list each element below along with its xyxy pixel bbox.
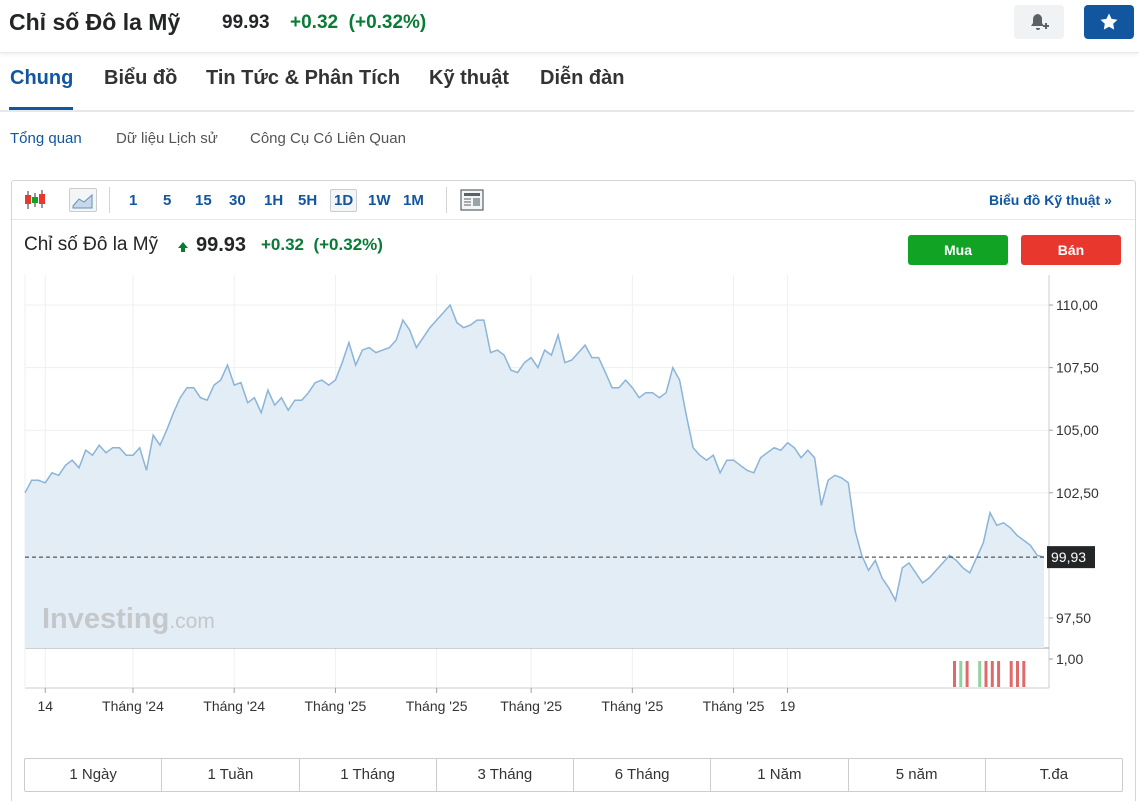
volume-bar: [1009, 661, 1013, 687]
chart-widget: 1 5 15 30 1H 5H 1D 1W 1M Biểu đồ Kỹ thuậ…: [11, 180, 1136, 801]
subtab-related-tools[interactable]: Công Cụ Có Liên Quan: [250, 130, 406, 147]
price-change: +0.32 (+0.32%): [290, 12, 427, 33]
tab-news-analysis[interactable]: Tin Tức & Phân Tích: [206, 67, 400, 90]
x-tick-label: 14: [37, 698, 53, 714]
volume-bars: [953, 661, 1026, 687]
x-tick-label: 19: [780, 698, 796, 714]
subtab-historical-data[interactable]: Dữ liệu Lịch sử: [116, 130, 218, 147]
volume-bar: [990, 661, 994, 687]
active-tab-indicator: [9, 107, 73, 110]
x-tick-label: Tháng '25: [406, 698, 468, 714]
y-axis: 110,00 107,50 105,00 102,50 97,50 99,93 1,00: [1047, 297, 1099, 667]
x-tick-label: Tháng '25: [703, 698, 765, 714]
range-1-day[interactable]: 1 Ngày: [25, 759, 163, 791]
current-price-label: 99,93: [1051, 549, 1086, 565]
tab-overview[interactable]: Chung: [10, 67, 73, 90]
subtab-summary[interactable]: Tổng quan: [10, 130, 82, 147]
volume-bar: [997, 661, 1001, 687]
volume-bar: [953, 661, 956, 687]
price-area: [25, 305, 1044, 648]
x-axis: 14 Tháng '24 Tháng '24 Tháng '25 Tháng '25 Th…: [37, 688, 796, 714]
volume-bar: [959, 661, 963, 687]
range-3-months[interactable]: 3 Tháng: [437, 759, 574, 791]
range-max[interactable]: T.đa: [986, 759, 1122, 791]
y-tick-label: 97,50: [1056, 610, 1091, 626]
x-tick-label: Tháng '24: [102, 698, 164, 714]
y-tick-label: 105,00: [1056, 422, 1099, 438]
x-tick-label: Tháng '24: [203, 698, 265, 714]
star-icon: [1100, 13, 1118, 30]
range-1-month[interactable]: 1 Tháng: [300, 759, 437, 791]
x-tick-label: Tháng '25: [305, 698, 367, 714]
tab-forum[interactable]: Diễn đàn: [540, 67, 624, 90]
volume-bar: [1016, 661, 1019, 687]
range-selector: 1 Ngày 1 Tuần 1 Tháng 3 Tháng 6 Tháng 1 …: [24, 758, 1123, 792]
tab-chart[interactable]: Biểu đồ: [104, 67, 177, 90]
x-tick-label: Tháng '25: [601, 698, 663, 714]
volume-bar: [1022, 661, 1026, 687]
quote-header: Chỉ số Đô la Mỹ 99.93 +0.32 (+0.32%): [0, 0, 1139, 53]
add-alert-button[interactable]: [1014, 5, 1064, 39]
tab-technical[interactable]: Kỹ thuật: [429, 67, 509, 90]
y-tick-label: 110,00: [1056, 297, 1098, 313]
volume-bar: [965, 661, 969, 687]
range-6-months[interactable]: 6 Tháng: [574, 759, 712, 791]
sub-tabs: Tổng quan Dữ liệu Lịch sử Công Cụ Có Liê…: [0, 130, 600, 150]
range-5-years[interactable]: 5 năm: [849, 759, 986, 791]
last-price: 99.93: [222, 12, 270, 33]
main-tabs: Chung Biểu đồ Tin Tức & Phân Tích Kỹ thu…: [0, 54, 1134, 112]
volume-tick-label: 1,00: [1056, 651, 1083, 667]
price-chart[interactable]: Investing.com 110,00107,50105,00102,5097…: [12, 181, 1135, 741]
volume-bar: [984, 661, 988, 687]
add-watchlist-button[interactable]: [1084, 5, 1134, 39]
instrument-title: Chỉ số Đô la Mỹ: [9, 9, 181, 35]
volume-bar: [978, 661, 982, 687]
range-1-year[interactable]: 1 Năm: [711, 759, 849, 791]
y-tick-label: 107,50: [1056, 360, 1099, 376]
x-tick-label: Tháng '25: [500, 698, 562, 714]
bell-plus-icon: [1031, 14, 1049, 30]
y-tick-label: 102,50: [1056, 485, 1099, 501]
range-1-week[interactable]: 1 Tuần: [162, 759, 300, 791]
